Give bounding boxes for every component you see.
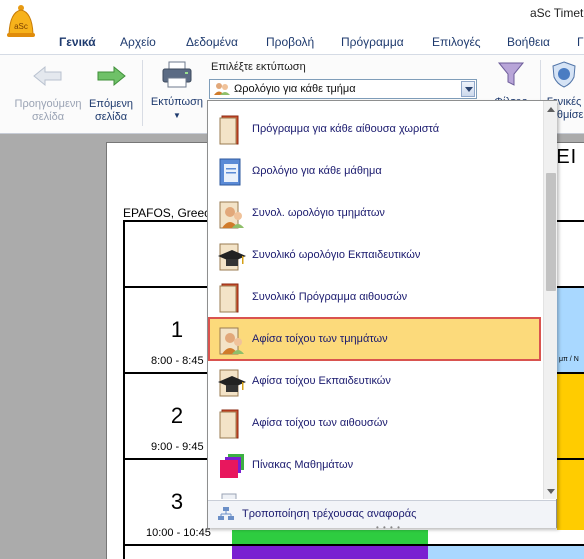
scroll-up-arrow[interactable] (545, 103, 557, 115)
tab-data[interactable]: Δεδομένα (186, 35, 238, 49)
tab-timetable[interactable]: Πρόγραμμα (341, 35, 404, 49)
lesson-cell[interactable] (557, 374, 584, 458)
title-bar: aSc aSc Timet (0, 0, 584, 37)
document-icon (219, 158, 241, 186)
dropdown-item-partial[interactable] (210, 487, 540, 499)
ribbon-separator (142, 60, 143, 126)
print-type-dropdown[interactable]: Πρόγραμμα για κάθε αίθουσα χωριστά Ωρολό… (207, 100, 557, 532)
previous-page-button[interactable]: Προηγούμενη σελίδα (8, 64, 88, 124)
app-title: aSc Timet (530, 6, 584, 20)
ribbon-tabs: Γενικά Αρχείο Δεδομένα Προβολή Πρόγραμμα… (0, 32, 584, 54)
lesson-cell[interactable] (232, 530, 428, 544)
print-button[interactable]: Εκτύπωση ▼ (148, 60, 206, 122)
lesson-cell[interactable]: μπ / Ν (557, 288, 584, 372)
tab-help[interactable]: Βοήθεια (507, 35, 550, 49)
tab-file[interactable]: Αρχείο (120, 35, 156, 49)
book-icon (219, 115, 239, 145)
document-icon (221, 493, 237, 499)
edit-report-label: Τροποποίηση τρέχουσας αναφοράς (242, 508, 417, 520)
edit-report-footer[interactable]: Τροποποίηση τρέχουσας αναφοράς • • • • (208, 500, 556, 532)
lesson-cell[interactable] (232, 546, 428, 559)
dropdown-item-room-timetable[interactable]: Πρόγραμμα για κάθε αίθουσα χωριστά (210, 109, 540, 151)
dropdown-item-rooms-summary[interactable]: Συνολικό Πρόγραμμα αιθουσών (210, 277, 540, 319)
lesson-cell[interactable] (428, 530, 584, 544)
period-time: 10:00 - 10:45 (146, 527, 211, 539)
color-squares-icon (220, 454, 244, 478)
dropdown-item-subjects-table[interactable]: Πίνακας Μαθημάτων (210, 445, 540, 487)
period-time: 9:00 - 9:45 (151, 441, 204, 453)
grid-line (123, 220, 125, 559)
dropdown-item-subject-timetable[interactable]: Ωρολόγιο για κάθε μάθημα (210, 151, 540, 193)
tab-view[interactable]: Προβολή (266, 35, 314, 49)
dropdown-item-teachers-wall-poster[interactable]: Αφίσα τοίχου Εκπαιδευτικών (210, 361, 540, 403)
arrow-right-icon (97, 65, 126, 87)
scroll-down-arrow[interactable] (545, 485, 557, 497)
dropdown-scrollbar[interactable] (543, 101, 557, 499)
hierarchy-icon (218, 507, 234, 520)
students-icon (219, 201, 244, 229)
print-dropdown-arrow[interactable]: ▼ (148, 109, 206, 122)
print-select-caption: Επιλέξτε εκτύπωση (211, 61, 306, 73)
dropdown-item-classes-wall-poster[interactable]: Αφίσα τοίχου των τμημάτων (208, 317, 541, 361)
dropdown-item-classes-summary[interactable]: Συνολ. ωρολόγιο τμημάτων (210, 193, 540, 235)
printer-icon (162, 61, 192, 88)
students-icon (214, 83, 230, 95)
funnel-icon (497, 62, 525, 86)
shield-icon (552, 61, 576, 88)
tab-general[interactable]: Γενικά (59, 35, 96, 49)
print-select-combo[interactable]: Ωρολόγιο για κάθε τμήμα (209, 79, 477, 99)
print-select-value: Ωρολόγιο για κάθε τμήμα (234, 83, 356, 95)
scrollbar-thumb[interactable] (546, 173, 556, 291)
combo-dropdown-arrow[interactable] (461, 81, 475, 97)
dropdown-item-teachers-summary[interactable]: Συνολικό ωρολόγιο Εκπαιδευτικών (210, 235, 540, 277)
book-icon (219, 283, 239, 313)
next-page-button[interactable]: Επόμενη σελίδα (84, 64, 138, 124)
tab-options[interactable]: Επιλογές (432, 35, 481, 49)
lesson-cell-text: μπ / Ν (559, 356, 579, 363)
arrow-left-icon (33, 65, 62, 87)
school-location: EPAFOS, Greec (123, 206, 211, 220)
dropdown-item-rooms-wall-poster[interactable]: Αφίσα τοίχου των αιθουσών (210, 403, 540, 445)
svg-text:aSc: aSc (14, 22, 28, 31)
period-number: 3 (170, 489, 184, 514)
period-time: 8:00 - 8:45 (151, 355, 204, 367)
resize-grip[interactable]: • • • • (376, 523, 401, 532)
students-icon (219, 327, 244, 355)
period-number: 1 (170, 317, 184, 342)
graduation-cap-icon (218, 369, 246, 397)
period-number: 2 (170, 403, 184, 428)
tab-more[interactable]: Γ (577, 35, 584, 49)
book-icon (219, 409, 239, 439)
lesson-cell[interactable] (428, 546, 584, 559)
graduation-cap-icon (218, 243, 246, 271)
